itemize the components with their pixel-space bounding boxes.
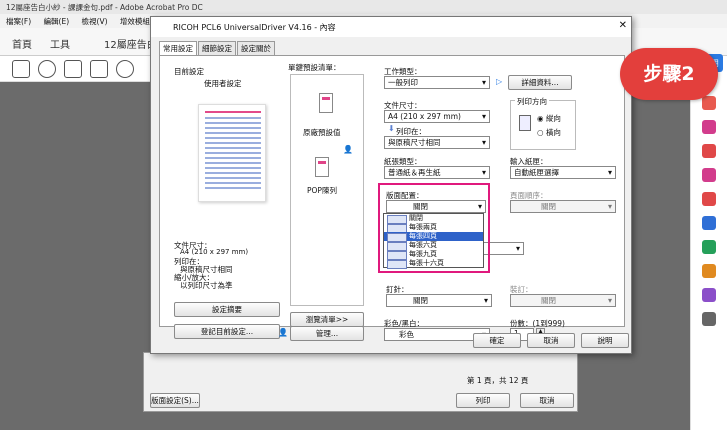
input-tray-select[interactable]: 自動紙匣選擇	[510, 166, 616, 179]
dialog-title: RICOH PCL6 UniversalDriver V4.16 - 內容 ✕	[151, 17, 631, 37]
job-type-select[interactable]: 一般列印	[384, 76, 490, 89]
tab-detail-settings[interactable]: 細節設定	[198, 41, 236, 55]
edit-pdf-icon[interactable]	[702, 144, 716, 158]
print-button[interactable]: 列印	[456, 393, 510, 408]
tab-tools[interactable]: 工具	[50, 36, 70, 51]
page-order-select[interactable]: 關閉	[510, 200, 616, 213]
page-count: 第 1 頁，共 12 頁	[467, 376, 529, 385]
create-pdf-icon[interactable]	[702, 120, 716, 134]
step-badge: 步驟2	[620, 48, 718, 100]
manage-user-icon: 👤	[278, 328, 288, 337]
one-click-presets-label: 單鍵預設清單：	[288, 63, 341, 72]
user-icon: 👤	[343, 145, 353, 154]
tab-about[interactable]: 設定關於	[237, 41, 275, 55]
arrow-down-icon: ⬇	[388, 124, 395, 133]
manage-button[interactable]: 管理...	[290, 326, 364, 341]
more-tools-icon[interactable]	[702, 312, 716, 326]
menu-edit[interactable]: 編輯(E)	[44, 17, 70, 26]
preset-default-thumb[interactable]	[319, 93, 333, 113]
search-icon[interactable]	[116, 60, 134, 78]
print-dialog-bottom: 第 1 頁，共 12 頁 版面設定(S)... 列印 取消	[143, 352, 578, 412]
fill-sign-icon[interactable]	[702, 240, 716, 254]
doc-size-select[interactable]: A4 (210 x 297 mm)	[384, 110, 490, 123]
save-icon[interactable]	[12, 60, 30, 78]
orientation-group: 列印方向 ◉ 縱向 ○ 橫向	[510, 96, 576, 150]
settings-summary-button[interactable]: 設定摘要	[174, 302, 280, 317]
organize-icon[interactable]	[702, 216, 716, 230]
tab-home[interactable]: 首頁	[12, 36, 32, 51]
dialog-tabs: 常用設定 細節設定 設定關於	[159, 41, 276, 56]
upload-icon[interactable]	[38, 60, 56, 78]
print-on-select[interactable]: 與原稿尺寸相同	[384, 136, 490, 149]
right-tools-pane	[690, 56, 727, 430]
comment-icon[interactable]	[702, 168, 716, 182]
orientation-preview-icon	[519, 115, 531, 131]
register-settings-button[interactable]: 登記目前設定...	[174, 324, 280, 339]
protect-icon[interactable]	[702, 288, 716, 302]
menu-view[interactable]: 檢視(V)	[82, 17, 108, 26]
punch-select[interactable]: 關閉	[510, 294, 616, 307]
summary-scale: 以列印尺寸為準	[180, 281, 233, 290]
play-icon: ▷	[496, 77, 503, 86]
landscape-label: 橫向	[545, 128, 561, 137]
close-icon[interactable]: ✕	[619, 20, 627, 31]
summary-doc-size: A4 (210 x 297 mm)	[180, 248, 249, 256]
combine-icon[interactable]	[702, 192, 716, 206]
page-preview	[198, 104, 266, 202]
preset-list: 原廠預設值 👤 POP陳列	[290, 74, 364, 306]
dialog-title-text: RICOH PCL6 UniversalDriver V4.16 - 內容	[173, 23, 336, 32]
browse-list-button[interactable]: 瀏覽清單>>	[290, 312, 364, 327]
tab-common-settings[interactable]: 常用設定	[159, 41, 197, 56]
highlight-box	[378, 183, 490, 273]
preset-pop-thumb[interactable]	[315, 157, 329, 177]
paper-type-select[interactable]: 普通紙＆再生紙	[384, 166, 490, 179]
app-title-bar: 12屬座告白小紗 - 課課金句.pdf - Adobe Acrobat Pro …	[0, 0, 727, 14]
help-button[interactable]: 說明	[581, 333, 629, 348]
tab-document[interactable]: 12屬座告白	[104, 36, 157, 51]
portrait-radio[interactable]: ◉ 縱向	[537, 113, 561, 124]
preset-default-label[interactable]: 原廠預設值	[303, 127, 341, 138]
details-button[interactable]: 詳細資料...	[508, 75, 572, 90]
landscape-radio[interactable]: ○ 橫向	[537, 127, 561, 138]
current-settings-label: 目前設定	[174, 67, 204, 76]
print-cancel-button[interactable]: 取消	[520, 393, 574, 408]
ok-button[interactable]: 確定	[473, 333, 521, 348]
menu-file[interactable]: 檔案(F)	[6, 17, 31, 26]
page-setup-button[interactable]: 版面設定(S)...	[150, 393, 200, 408]
dialog-cancel-button[interactable]: 取消	[527, 333, 575, 348]
user-settings-label: 使用者設定	[204, 79, 242, 88]
staple-select[interactable]: 關閉	[386, 294, 492, 307]
print-icon[interactable]	[64, 60, 82, 78]
preset-pop-label[interactable]: POP陳列	[307, 185, 337, 196]
portrait-label: 縱向	[545, 114, 561, 123]
export-pdf-icon[interactable]	[702, 96, 716, 110]
mail-icon[interactable]	[90, 60, 108, 78]
scan-icon[interactable]	[702, 264, 716, 278]
orientation-label: 列印方向	[515, 96, 549, 107]
